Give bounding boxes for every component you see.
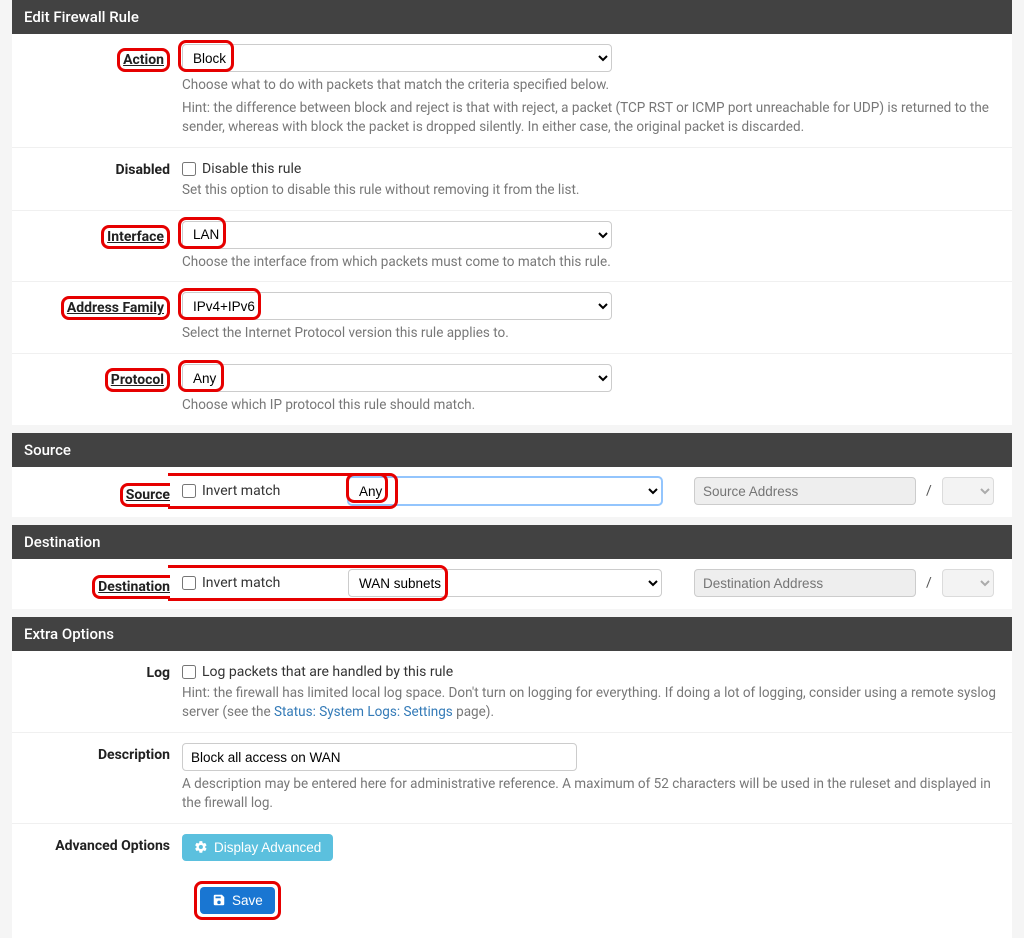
highlight-address-family: Address Family [61, 296, 170, 320]
highlight-action: Action [117, 48, 170, 72]
disabled-checkbox-label: Disable this rule [202, 161, 301, 177]
help-address-family: Select the Internet Protocol version thi… [182, 324, 1000, 343]
source-type-select[interactable]: Any [348, 477, 662, 505]
destination-address-input [694, 569, 916, 597]
row-advanced-options: Advanced Options Display Advanced [12, 824, 1012, 871]
highlight-interface: Interface [101, 225, 170, 249]
label-source: Source [126, 487, 170, 503]
label-disabled: Disabled [24, 158, 182, 178]
display-advanced-button[interactable]: Display Advanced [182, 834, 333, 861]
panel-source: Source Source Invert match Any / [12, 433, 1012, 517]
slash-sep-source: / [922, 483, 936, 499]
highlight-source: Source [120, 483, 170, 507]
protocol-select[interactable]: Any [182, 364, 612, 392]
label-address-family: Address Family [67, 300, 164, 316]
source-mask-select [942, 477, 994, 505]
source-invert-label: Invert match [202, 483, 280, 499]
destination-invert-wrap[interactable]: Invert match [182, 575, 342, 591]
label-advanced-options: Advanced Options [24, 834, 182, 854]
row-description: Description A description may be entered… [12, 733, 1012, 824]
help-disabled: Set this option to disable this rule wit… [182, 181, 1000, 200]
label-log: Log [24, 661, 182, 681]
save-footer: Save [12, 871, 1012, 938]
section-header-extra: Extra Options [12, 617, 1012, 651]
row-address-family: Address Family IPv4+IPv6 Select the Inte… [12, 282, 1012, 354]
row-source: Source Invert match Any / [12, 467, 1012, 517]
panel-destination: Destination Destination Invert match WAN… [12, 525, 1012, 609]
source-invert-checkbox[interactable] [182, 484, 196, 498]
label-destination: Destination [98, 579, 170, 595]
interface-select[interactable]: LAN [182, 221, 612, 249]
label-interface: Interface [107, 229, 164, 245]
save-button[interactable]: Save [200, 887, 275, 914]
help-log: Hint: the firewall has limited local log… [182, 684, 1000, 722]
help-log-post: page). [453, 704, 494, 720]
help-description: A description may be entered here for ad… [182, 775, 1000, 813]
action-select[interactable]: Block [182, 44, 612, 72]
label-description: Description [24, 743, 182, 763]
row-protocol: Protocol Any Choose which IP protocol th… [12, 354, 1012, 425]
slash-sep-dest: / [922, 575, 936, 591]
panel-edit-firewall-rule: Edit Firewall Rule Action Block Choose w… [12, 0, 1012, 425]
row-destination: Destination Invert match WAN subnets / [12, 559, 1012, 609]
source-address-input [694, 477, 916, 505]
display-advanced-label: Display Advanced [214, 840, 321, 855]
row-interface: Interface LAN Choose the interface from … [12, 211, 1012, 283]
help-action-2: Hint: the difference between block and r… [182, 99, 1000, 137]
log-checkbox[interactable] [182, 665, 196, 679]
row-log: Log Log packets that are handled by this… [12, 651, 1012, 733]
row-disabled: Disabled Disable this rule Set this opti… [12, 148, 1012, 211]
section-header-edit: Edit Firewall Rule [12, 0, 1012, 34]
section-header-source: Source [12, 433, 1012, 467]
disabled-checkbox[interactable] [182, 162, 196, 176]
address-family-select[interactable]: IPv4+IPv6 [182, 292, 612, 320]
highlight-destination: Destination [92, 575, 170, 599]
highlight-save: Save [194, 881, 281, 920]
help-interface: Choose the interface from which packets … [182, 253, 1000, 272]
help-action-1: Choose what to do with packets that matc… [182, 76, 1000, 95]
status-system-logs-link[interactable]: Status: System Logs: Settings [274, 704, 453, 720]
gear-icon [194, 840, 208, 854]
disabled-checkbox-wrap[interactable]: Disable this rule [182, 158, 1000, 177]
save-button-label: Save [232, 893, 263, 908]
source-invert-wrap[interactable]: Invert match [182, 483, 342, 499]
save-icon [212, 893, 226, 907]
destination-type-select[interactable]: WAN subnets [348, 569, 662, 597]
destination-invert-label: Invert match [202, 575, 280, 591]
label-action: Action [123, 52, 164, 68]
row-action: Action Block Choose what to do with pack… [12, 34, 1012, 148]
description-input[interactable] [182, 743, 577, 771]
label-protocol: Protocol [111, 372, 164, 388]
highlight-protocol: Protocol [105, 368, 170, 392]
help-protocol: Choose which IP protocol this rule shoul… [182, 396, 1000, 415]
destination-invert-checkbox[interactable] [182, 576, 196, 590]
panel-extra-options: Extra Options Log Log packets that are h… [12, 617, 1012, 938]
log-checkbox-label: Log packets that are handled by this rul… [202, 664, 453, 680]
section-header-destination: Destination [12, 525, 1012, 559]
destination-mask-select [942, 569, 994, 597]
log-checkbox-wrap[interactable]: Log packets that are handled by this rul… [182, 661, 1000, 680]
